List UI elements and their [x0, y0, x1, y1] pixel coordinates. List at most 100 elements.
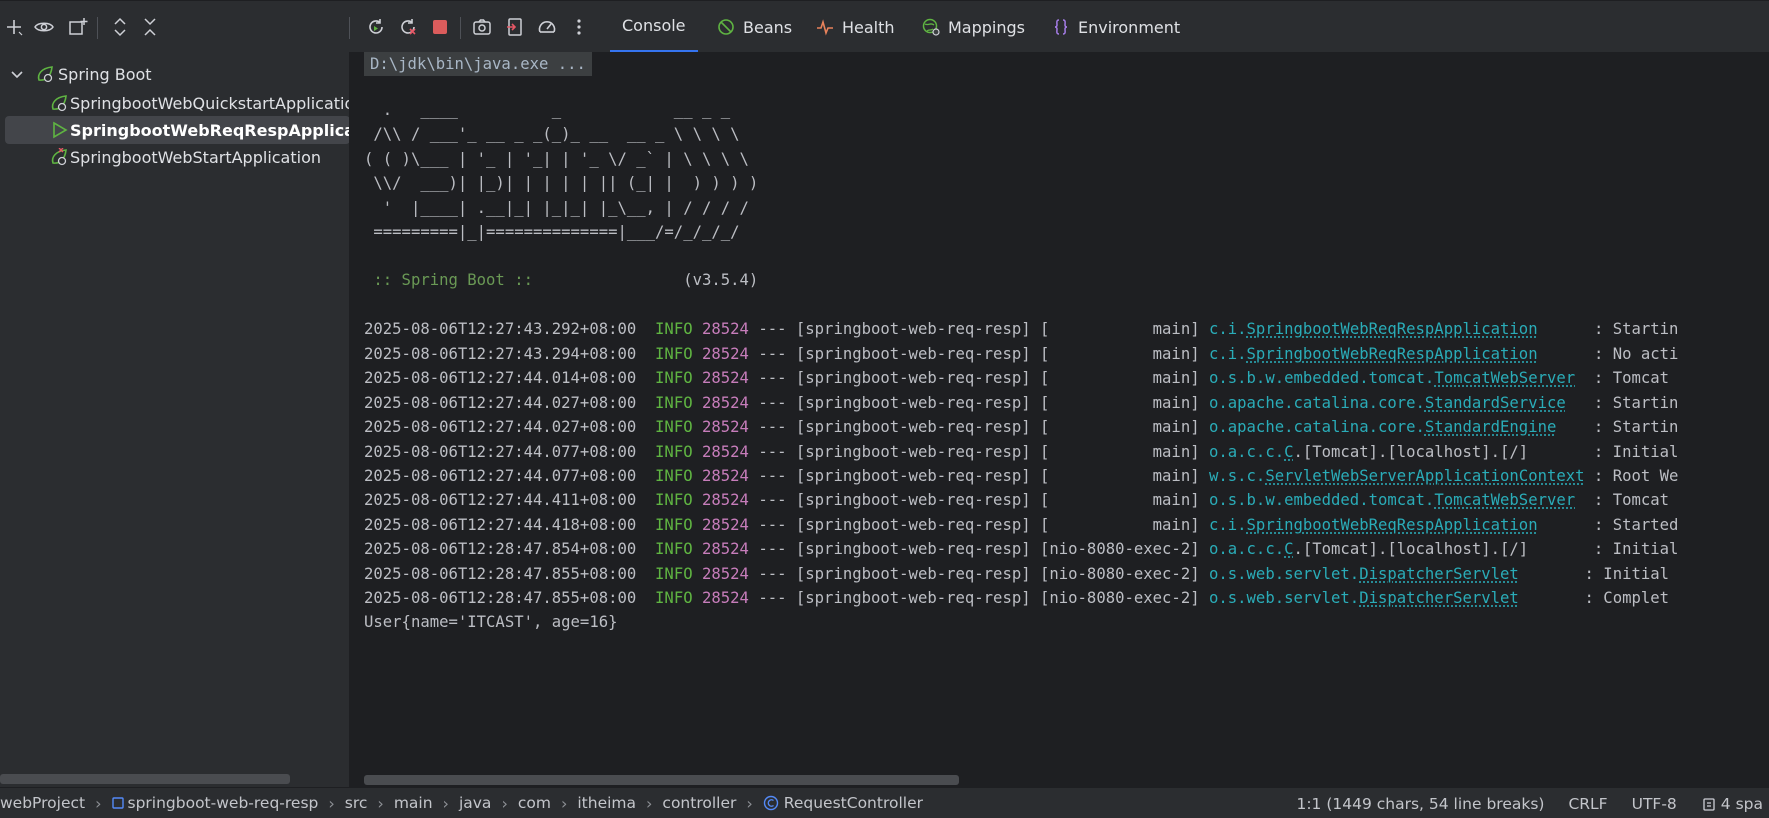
log-padding	[1519, 589, 1585, 607]
log-logger-link[interactable]: c.i.SpringbootWebReqRespApplication	[1209, 345, 1538, 363]
log-logger-link[interactable]: o.s.b.w.embedded.tomcat.TomcatWebServer	[1209, 491, 1575, 509]
log-logger-link[interactable]: o.s.web.servlet.DispatcherServlet	[1209, 589, 1519, 607]
log-logger-package: o.apache.catalina.core.	[1209, 394, 1425, 412]
log-message: .[Tomcat].[localhost].[/] : Initial	[1293, 540, 1678, 558]
chevron-right-icon: ›	[561, 794, 567, 813]
screenshot-icon[interactable]	[470, 15, 494, 39]
add-icon[interactable]	[2, 15, 26, 39]
console-output[interactable]: D:\jdk\bin\java.exe ... . ____ _ __ _ _ …	[350, 52, 1769, 787]
log-logger-class[interactable]: SpringbootWebReqRespApplication	[1247, 516, 1538, 534]
log-logger-link[interactable]: o.s.web.servlet.DispatcherServlet	[1209, 565, 1519, 583]
tree-item-quickstart[interactable]: SpringbootWebQuickstartApplication	[0, 89, 350, 117]
log-logger-class[interactable]: TomcatWebServer	[1434, 491, 1575, 509]
spring-boot-icon	[36, 65, 54, 83]
log-pid: 28524	[702, 491, 749, 509]
log-logger-link[interactable]: o.a.c.c.C	[1209, 443, 1294, 461]
log-logger-link[interactable]: c.i.SpringbootWebReqRespApplication	[1209, 516, 1538, 534]
caret-position[interactable]: 1:1 (1449 chars, 54 line breaks)	[1296, 795, 1544, 813]
chevron-right-icon: ›	[501, 794, 507, 813]
log-timestamp: 2025-08-06T12:28:47.855+08:00	[364, 589, 636, 607]
chevron-right-icon: ›	[377, 794, 383, 813]
breadcrumb-com[interactable]: com	[518, 794, 551, 812]
log-line: 2025-08-06T12:27:44.418+08:00 INFO 28524…	[364, 515, 1678, 535]
breadcrumb-module[interactable]: springboot-web-req-resp	[128, 794, 319, 812]
log-logger-class[interactable]: StandardService	[1425, 394, 1566, 412]
log-logger-link[interactable]: o.a.c.c.C	[1209, 540, 1294, 558]
log-thread: --- [springboot-web-req-resp] [nio-8080-…	[758, 565, 1199, 583]
breadcrumb-itheima[interactable]: itheima	[577, 794, 636, 812]
log-pid: 28524	[702, 394, 749, 412]
log-logger-class[interactable]: ServletWebServerApplicationContext	[1265, 467, 1584, 485]
breadcrumb-java[interactable]: java	[459, 794, 491, 812]
log-logger-package: c.i.	[1209, 516, 1247, 534]
log-logger-link[interactable]: o.s.b.w.embedded.tomcat.TomcatWebServer	[1209, 369, 1575, 387]
indent-setting[interactable]: 4 spa	[1701, 795, 1763, 813]
log-padding	[1538, 320, 1594, 338]
gauge-icon[interactable]	[535, 15, 559, 39]
line-ending[interactable]: CRLF	[1568, 795, 1607, 813]
breadcrumb-project[interactable]: webProject	[0, 794, 85, 812]
exit-icon[interactable]	[503, 15, 527, 39]
log-level: INFO	[655, 345, 693, 363]
tab-console-label: Console	[622, 16, 686, 35]
tab-console[interactable]: Console	[610, 1, 698, 53]
log-thread: --- [springboot-web-req-resp] [ main]	[758, 443, 1199, 461]
log-level: INFO	[655, 443, 693, 461]
file-encoding[interactable]: UTF-8	[1632, 795, 1677, 813]
collapse-all-icon[interactable]	[138, 15, 162, 39]
log-timestamp: 2025-08-06T12:27:43.294+08:00	[364, 345, 636, 363]
log-level: INFO	[655, 491, 693, 509]
eye-icon[interactable]	[32, 15, 56, 39]
tab-mappings[interactable]: Mappings	[910, 1, 1037, 53]
sidebar-horizontal-scrollbar[interactable]	[0, 774, 290, 784]
chevron-right-icon: ›	[746, 794, 752, 813]
log-timestamp: 2025-08-06T12:27:44.077+08:00	[364, 443, 636, 461]
tab-health[interactable]: Health	[804, 1, 907, 53]
tree-item-reqresp[interactable]: SpringbootWebReqRespApplication	[5, 116, 350, 144]
log-logger-class[interactable]: StandardEngine	[1425, 418, 1556, 436]
log-logger-package: w.s.c.	[1209, 467, 1265, 485]
log-logger-package: o.s.b.w.embedded.tomcat.	[1209, 369, 1434, 387]
breadcrumb-main[interactable]: main	[394, 794, 433, 812]
rerun-failed-icon[interactable]	[396, 15, 420, 39]
tab-beans[interactable]: Beans	[705, 1, 804, 53]
stop-icon[interactable]	[428, 15, 452, 39]
log-message: : Startin	[1594, 394, 1679, 412]
more-icon[interactable]	[567, 15, 591, 39]
log-logger-class[interactable]: SpringbootWebReqRespApplication	[1247, 345, 1538, 363]
log-level: INFO	[655, 565, 693, 583]
new-group-icon[interactable]	[66, 15, 90, 39]
indent-label: 4 spa	[1721, 795, 1763, 813]
log-logger-package: o.s.b.w.embedded.tomcat.	[1209, 491, 1434, 509]
log-logger-class[interactable]: SpringbootWebReqRespApplication	[1247, 320, 1538, 338]
environment-icon	[1052, 18, 1070, 36]
log-logger-link[interactable]: o.apache.catalina.core.StandardEngine	[1209, 418, 1556, 436]
rerun-icon[interactable]	[364, 15, 388, 39]
tab-environment[interactable]: Environment	[1040, 1, 1192, 53]
banner-line: ( ( )\___ | '_ | '_| | '_ \/ _` | \ \ \ …	[364, 149, 749, 169]
log-padding	[1566, 394, 1594, 412]
breadcrumb-src[interactable]: src	[345, 794, 368, 812]
log-logger-class[interactable]: DispatcherServlet	[1359, 589, 1519, 607]
expand-all-icon[interactable]	[108, 15, 132, 39]
log-pid: 28524	[702, 589, 749, 607]
tree-root-spring-boot[interactable]: Spring Boot	[0, 60, 350, 88]
log-logger-package: c.i.	[1209, 320, 1247, 338]
mappings-icon	[922, 18, 940, 36]
log-logger-class[interactable]: TomcatWebServer	[1434, 369, 1575, 387]
log-thread: --- [springboot-web-req-resp] [ main]	[758, 491, 1199, 509]
log-pid: 28524	[702, 345, 749, 363]
log-timestamp: 2025-08-06T12:27:44.027+08:00	[364, 418, 636, 436]
breadcrumb-class[interactable]: RequestController	[784, 794, 923, 812]
console-horizontal-scrollbar[interactable]	[364, 775, 959, 785]
log-logger-link[interactable]: o.apache.catalina.core.StandardService	[1209, 394, 1566, 412]
log-logger-class[interactable]: DispatcherServlet	[1359, 565, 1519, 583]
tree-item-start[interactable]: SpringbootWebStartApplication	[0, 143, 350, 171]
console-output-line: User{name='ITCAST', age=16}	[364, 612, 617, 632]
banner-line: . ____ _ __ _ _	[364, 100, 730, 120]
log-timestamp: 2025-08-06T12:27:44.077+08:00	[364, 467, 636, 485]
log-logger-link[interactable]: w.s.c.ServletWebServerApplicationContext	[1209, 467, 1585, 485]
breadcrumb-controller[interactable]: controller	[662, 794, 736, 812]
log-logger-link[interactable]: c.i.SpringbootWebReqRespApplication	[1209, 320, 1538, 338]
chevron-down-icon[interactable]	[8, 65, 26, 83]
